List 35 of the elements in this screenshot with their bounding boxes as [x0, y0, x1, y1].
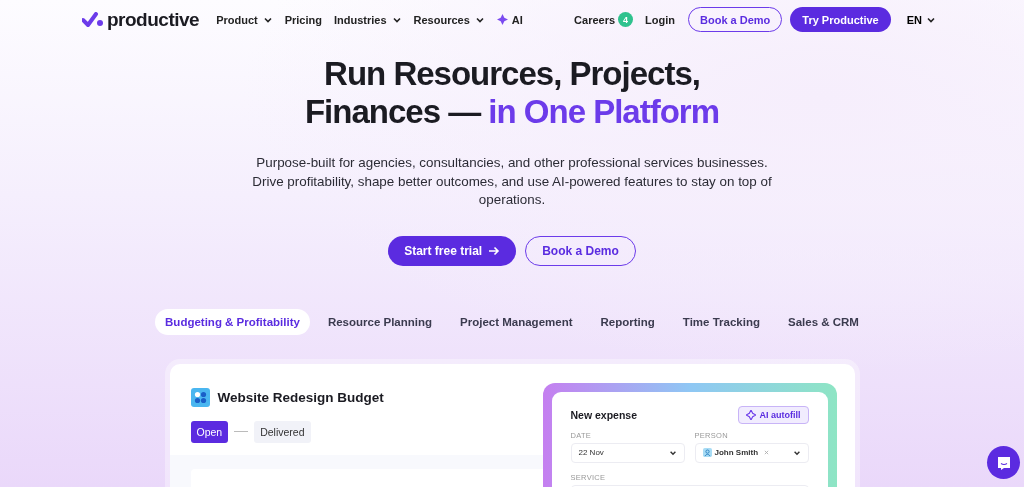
feature-tab[interactable]: Reporting — [590, 308, 665, 335]
feature-tab[interactable]: Budgeting & Profitability — [155, 308, 310, 335]
language-selector[interactable]: EN — [900, 12, 942, 27]
person-icon — [702, 448, 712, 457]
hero-description: Purpose-built for agencies, consultancies, and other professional services businesses. Drive profitability, shape better outcomes, and use AI-powered features to stay on top of operations. — [252, 154, 772, 209]
nav-link[interactable]: Product — [216, 13, 258, 26]
sparkle-icon — [745, 409, 756, 420]
budget-title: Website Redesign Budget — [217, 389, 384, 405]
count-badge: 4 — [618, 12, 634, 27]
form-title: New expense — [570, 408, 638, 421]
date-select[interactable]: 22 Nov — [570, 442, 685, 463]
chat-icon — [995, 454, 1012, 471]
status-step[interactable]: Open — [190, 420, 229, 443]
logo-text[interactable]: productive — [107, 8, 200, 31]
feature-tab[interactable]: Sales & CRM — [778, 308, 869, 335]
status-step[interactable]: Delivered — [254, 420, 311, 443]
feature-tab[interactable]: Time Tracking — [672, 308, 770, 335]
nav-link[interactable]: AI — [511, 13, 523, 26]
nav-link[interactable]: Pricing — [284, 13, 322, 26]
feature-tab[interactable]: Resource Planning — [317, 308, 443, 335]
chat-button[interactable] — [987, 446, 1020, 479]
person-select[interactable]: John Smith — [694, 442, 809, 463]
feature-tab[interactable]: Project Management — [450, 308, 583, 335]
nav-link[interactable]: Industries — [334, 13, 387, 26]
hero-title: Run Resources, Projects, Finances — in One Platform — [304, 55, 720, 131]
logo-icon — [82, 11, 104, 28]
login-link[interactable]: Login — [645, 13, 675, 26]
try-button[interactable]: Try Productive — [790, 7, 891, 32]
budget-icon — [190, 387, 210, 407]
nav-link[interactable]: Resources — [413, 13, 470, 26]
start-trial-button[interactable]: Start free trial — [388, 235, 517, 266]
arrow-right-icon — [488, 244, 501, 257]
sparkle-icon — [496, 14, 508, 25]
careers-link[interactable]: Careers — [574, 13, 616, 26]
ai-autofill-button[interactable]: AI autofill — [737, 405, 809, 424]
